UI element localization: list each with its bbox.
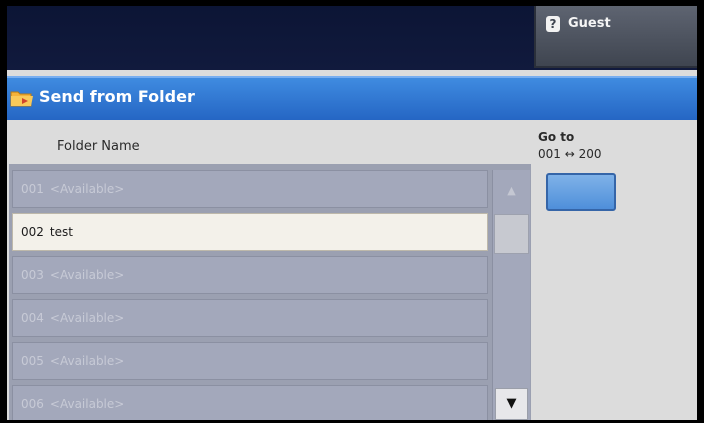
goto-label: Go to [538,130,575,144]
title-bar: Send from Folder [7,76,697,120]
folder-name: <Available> [49,354,125,368]
folder-list: 001 <Available> 002 test 003 <Available> 00… [9,164,531,420]
folder-send-icon [10,91,33,107]
folder-number: 001 [21,182,44,196]
goto-input-button[interactable] [546,173,616,211]
goto-range: 001 ↔ 200 [538,147,602,161]
folder-number: 002 [21,225,44,239]
scroll-up-button[interactable]: ▲ [493,170,530,212]
scrollbar[interactable]: ▲ ▼ [492,170,530,420]
folder-name: <Available> [49,311,125,325]
folder-row-005[interactable]: 005 <Available> [12,342,488,380]
page-title: Send from Folder [39,87,195,106]
folder-row-006[interactable]: 006 <Available> [12,385,488,420]
folder-number: 006 [21,397,44,411]
folder-row-001[interactable]: 001 <Available> [12,170,488,208]
user-key-icon: ? [546,16,560,32]
folder-name: <Available> [49,182,125,196]
folder-row-004[interactable]: 004 <Available> [12,299,488,337]
folder-row-002[interactable]: 002 test [12,213,488,251]
guest-button[interactable]: ? Guest [534,6,697,68]
guest-label: Guest [568,16,611,31]
folder-name: <Available> [49,397,125,411]
folder-name: <Available> [49,268,125,282]
folder-name: test [49,225,73,239]
folder-row-003[interactable]: 003 <Available> [12,256,488,294]
top-bar: ? Guest [7,6,697,70]
screen: ? Guest Send from Folder Folder Name Go … [7,6,697,420]
folder-number: 005 [21,354,44,368]
folder-name-header: Folder Name [57,139,140,154]
scroll-down-button[interactable]: ▼ [495,388,528,420]
scroll-thumb[interactable] [494,214,529,254]
folder-number: 004 [21,311,44,325]
folder-number: 003 [21,268,44,282]
